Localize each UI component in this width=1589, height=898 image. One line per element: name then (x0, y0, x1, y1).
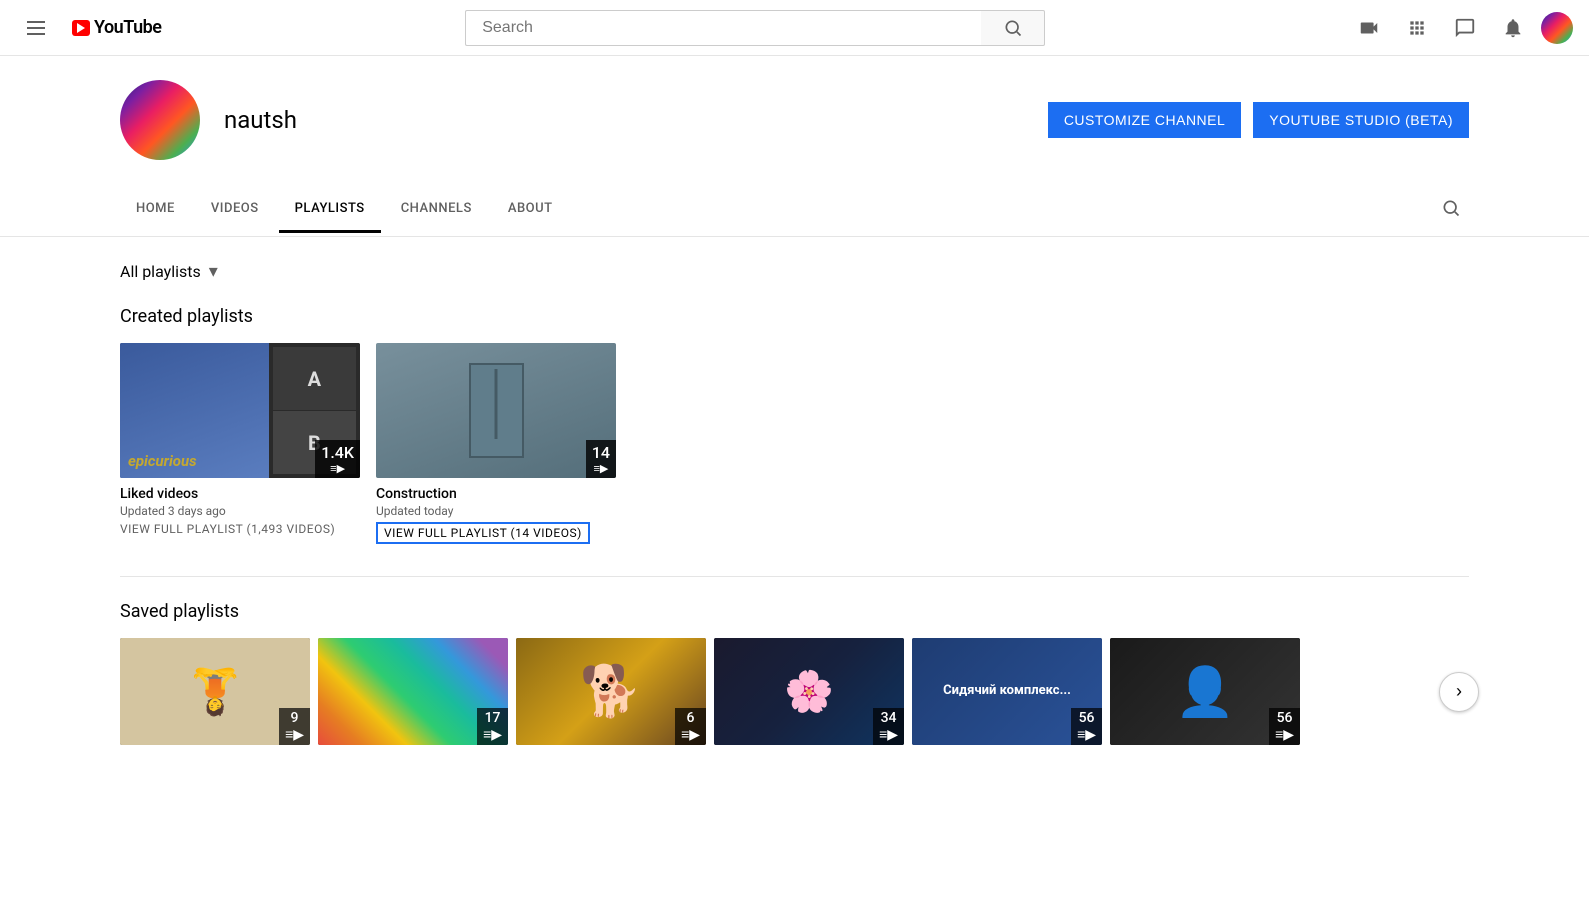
create-icon (1358, 17, 1380, 39)
saved-thumb-person: 👤 56 ≡▶ (1110, 638, 1300, 745)
saved-thumb-dog: 🐕 6 ≡▶ (516, 638, 706, 745)
construction-count-overlay: 14 ≡▶ (586, 440, 616, 478)
art-count: 17 ≡▶ (477, 708, 508, 745)
bell-icon (1502, 17, 1524, 39)
customize-channel-button[interactable]: CUSTOMIZE CHANNEL (1048, 102, 1241, 138)
channel-nav: HOME VIDEOS PLAYLISTS CHANNELS ABOUT (0, 184, 1589, 237)
saved-thumb-woman: 🌸 34 ≡▶ (714, 638, 904, 745)
tab-videos[interactable]: VIDEOS (195, 187, 275, 233)
art-queue-icon: ≡▶ (483, 726, 502, 743)
woman-queue-icon: ≡▶ (879, 726, 898, 743)
yoga-queue-icon: ≡▶ (285, 726, 304, 743)
all-playlists-filter[interactable]: All playlists ▾ (120, 261, 1469, 282)
text-card-content: Сидячий комплекс... (943, 683, 1071, 700)
playlist-info-liked: Liked videos Updated 3 days ago VIEW FUL… (120, 478, 360, 545)
create-button[interactable] (1349, 8, 1389, 48)
playlist-thumb-construction: 14 ≡▶ (376, 343, 616, 478)
saved-playlist-person[interactable]: 👤 56 ≡▶ (1110, 638, 1300, 745)
saved-playlist-art[interactable]: 17 ≡▶ (318, 638, 508, 745)
woman-count: 34 ≡▶ (873, 708, 904, 745)
section-divider (120, 576, 1469, 577)
created-playlists-row: epicurious A B 1.4K ≡▶ Liked videos Upda… (120, 343, 1469, 552)
channel-header: nautsh CUSTOMIZE CHANNEL YOUTUBE STUDIO … (0, 56, 1589, 184)
chevron-down-icon: ▾ (209, 261, 218, 282)
saved-playlists-container: 🧘 9 ≡▶ (120, 638, 1469, 745)
playlist-updated-liked: Updated 3 days ago (120, 504, 360, 518)
saved-thumb-text: Сидячий комплекс... 56 ≡▶ (912, 638, 1102, 745)
apps-button[interactable] (1397, 8, 1437, 48)
filter-label: All playlists (120, 262, 201, 281)
tab-about[interactable]: ABOUT (492, 187, 569, 233)
yt-logo-badge (72, 20, 90, 36)
person-queue-icon: ≡▶ (1275, 726, 1294, 743)
saved-playlists-row: 🧘 9 ≡▶ (120, 638, 1469, 745)
playlist-updated-construction: Updated today (376, 504, 616, 518)
dog-count: 6 ≡▶ (675, 708, 706, 745)
youtube-wordmark: YouTube (94, 17, 161, 38)
hamburger-icon (27, 21, 45, 35)
playlist-name-liked: Liked videos (120, 486, 360, 502)
saved-playlist-woman[interactable]: 🌸 34 ≡▶ (714, 638, 904, 745)
menu-button[interactable] (16, 8, 56, 48)
youtube-logo[interactable]: YouTube (72, 17, 161, 38)
dog-queue-icon: ≡▶ (681, 726, 700, 743)
messages-button[interactable] (1445, 8, 1485, 48)
channel-name: nautsh (224, 106, 297, 134)
content-area: All playlists ▾ Created playlists epicur… (0, 237, 1589, 769)
view-full-playlist-liked[interactable]: VIEW FULL PLAYLIST (1,493 VIDEOS) (120, 522, 335, 536)
playlist-card-liked[interactable]: epicurious A B 1.4K ≡▶ Liked videos Upda… (120, 343, 360, 552)
user-avatar[interactable] (1541, 12, 1573, 44)
queue-icon-2: ≡▶ (593, 462, 608, 475)
view-full-playlist-construction[interactable]: VIEW FULL PLAYLIST (14 VIDEOS) (376, 522, 590, 544)
next-arrow-button[interactable]: › (1439, 672, 1479, 712)
tab-channels[interactable]: CHANNELS (385, 187, 488, 233)
person-count: 56 ≡▶ (1269, 708, 1300, 745)
search-button[interactable] (981, 10, 1045, 46)
text-count: 56 ≡▶ (1071, 708, 1102, 745)
yt-play-icon (77, 23, 85, 33)
saved-playlist-text[interactable]: Сидячий комплекс... 56 ≡▶ (912, 638, 1102, 745)
yoga-count: 9 ≡▶ (279, 708, 310, 745)
playlist-name-construction: Construction (376, 486, 616, 502)
playlist-info-construction: Construction Updated today VIEW FULL PLA… (376, 478, 616, 552)
channel-actions: CUSTOMIZE CHANNEL YOUTUBE STUDIO (BETA) (1048, 102, 1469, 138)
saved-playlist-dog[interactable]: 🐕 6 ≡▶ (516, 638, 706, 745)
youtube-studio-button[interactable]: YOUTUBE STUDIO (BETA) (1253, 102, 1469, 138)
saved-thumb-yoga: 🧘 9 ≡▶ (120, 638, 310, 745)
search-form (465, 10, 1045, 46)
tab-playlists[interactable]: PLAYLISTS (279, 187, 381, 233)
search-area (161, 10, 1349, 46)
text-queue-icon: ≡▶ (1077, 726, 1096, 743)
chevron-right-icon: › (1456, 681, 1462, 702)
apps-icon (1407, 18, 1427, 38)
header-left: YouTube (16, 8, 161, 48)
nav-search-icon[interactable] (1433, 184, 1469, 236)
liked-count-overlay: 1.4K ≡▶ (315, 440, 360, 478)
created-section-title: Created playlists (120, 306, 1469, 327)
playlist-thumb-liked: epicurious A B 1.4K ≡▶ (120, 343, 360, 478)
header: YouTube (0, 0, 1589, 56)
search-icon (1003, 18, 1023, 38)
playlist-card-construction[interactable]: 14 ≡▶ Construction Updated today VIEW FU… (376, 343, 616, 552)
saved-playlist-yoga[interactable]: 🧘 9 ≡▶ (120, 638, 310, 745)
queue-icon: ≡▶ (330, 462, 345, 475)
messages-icon (1454, 17, 1476, 39)
saved-section-title: Saved playlists (120, 601, 1469, 622)
saved-thumb-art: 17 ≡▶ (318, 638, 508, 745)
header-right (1349, 8, 1573, 48)
notifications-button[interactable] (1493, 8, 1533, 48)
search-input[interactable] (465, 10, 981, 46)
tab-home[interactable]: HOME (120, 187, 191, 233)
channel-avatar (120, 80, 200, 160)
